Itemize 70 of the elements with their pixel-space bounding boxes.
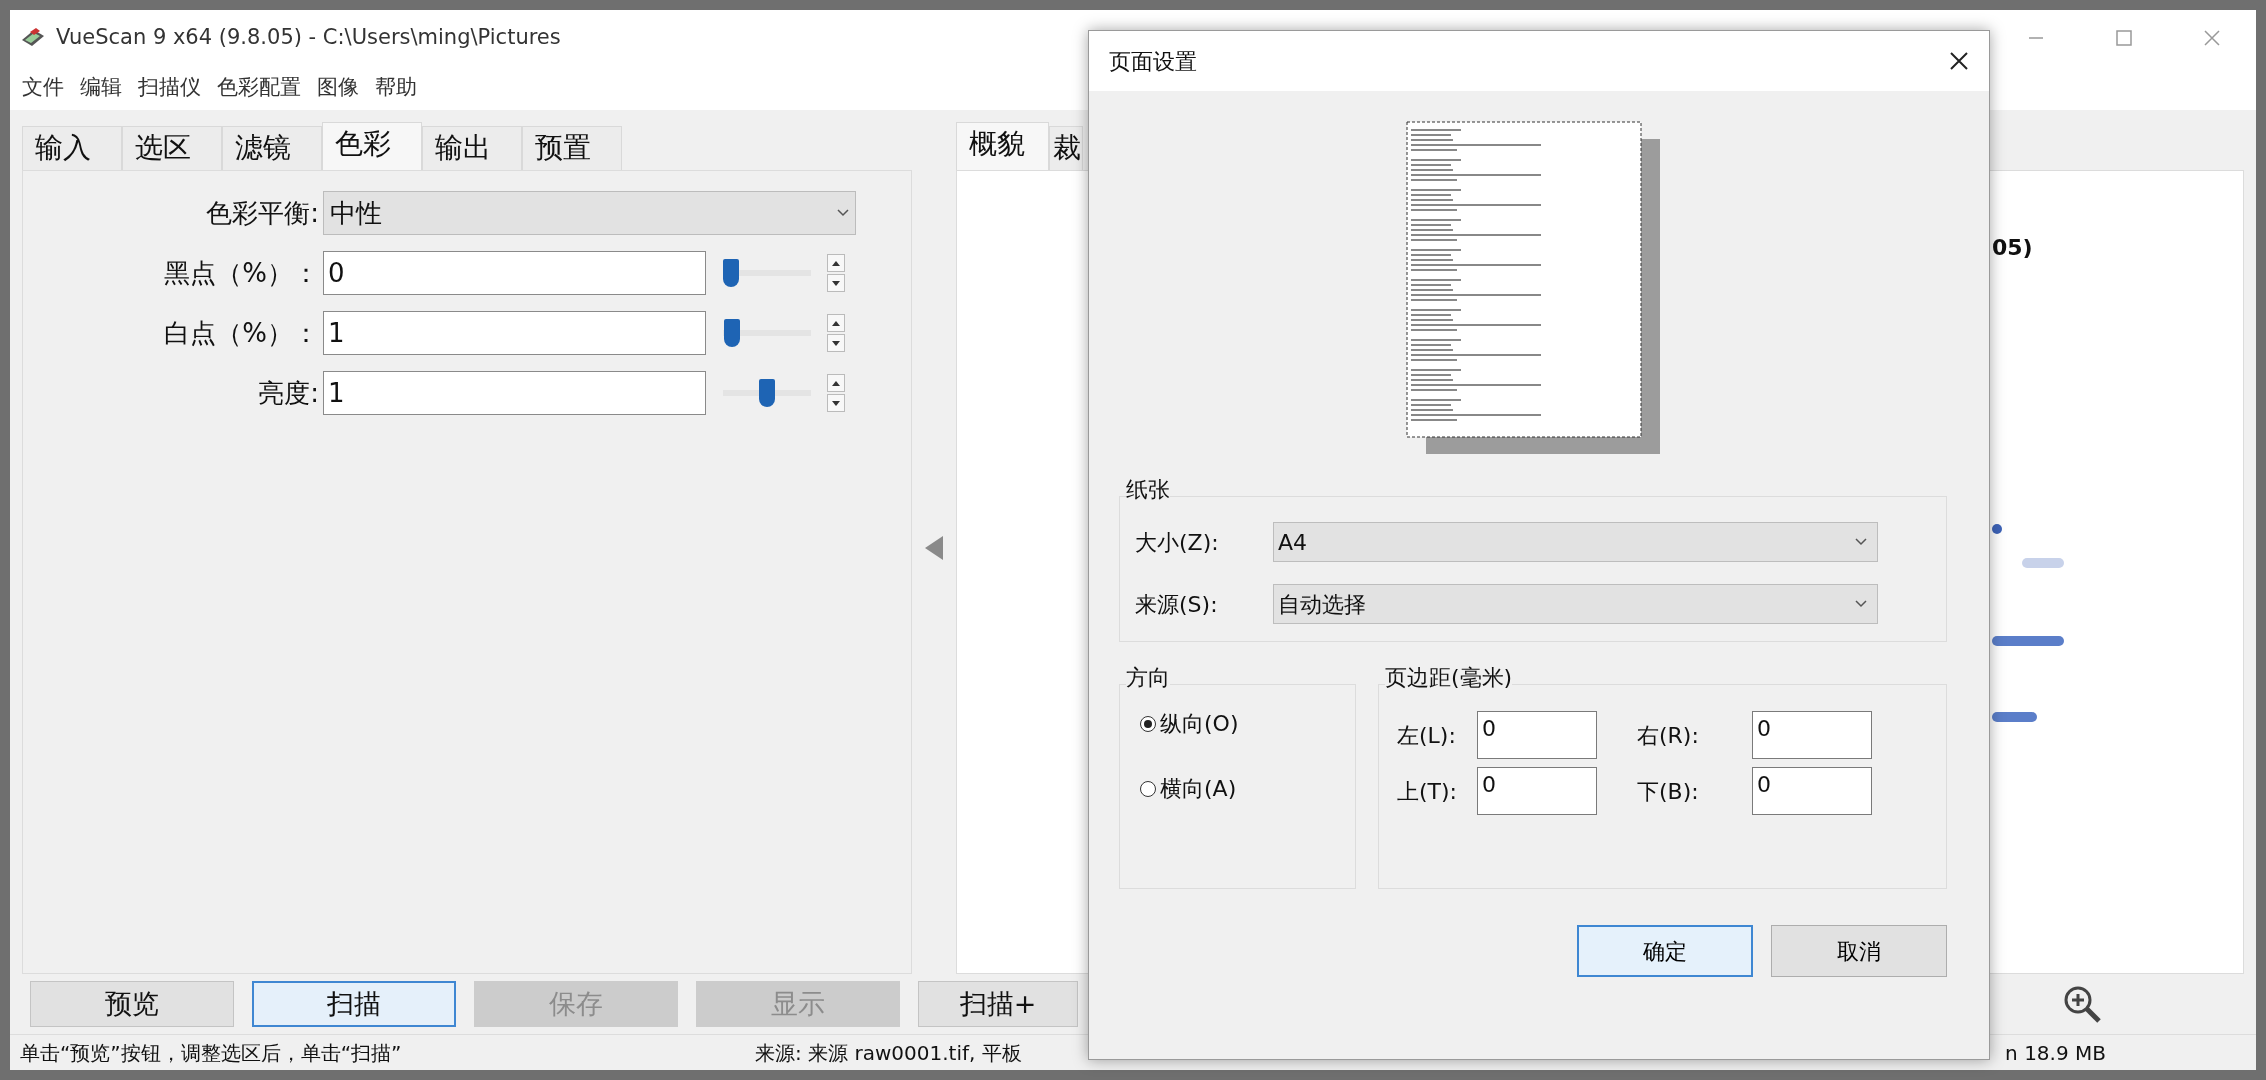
window-title: VueScan 9 x64 (9.8.05) - C:\Users\ming\Pictures — [56, 23, 561, 51]
status-text: 单击“预览”按钮，调整选区后，单击“扫描” — [20, 1039, 403, 1067]
action-button[interactable]: 扫描+ — [918, 981, 1078, 1027]
field-label: 亮度: — [257, 376, 320, 410]
action-button[interactable]: 扫描 — [252, 981, 456, 1027]
field-label: 来源(S): — [1135, 590, 1219, 619]
field-label: 黑点（%）： — [163, 256, 320, 290]
spin-up-button[interactable] — [827, 314, 845, 332]
status-text: 来源: 来源 raw0001.tif, 平板 — [755, 1039, 1022, 1067]
close-icon[interactable] — [1949, 51, 1969, 71]
menu-item[interactable]: 扫描仪 — [138, 71, 201, 104]
input-field[interactable]: 1 — [323, 371, 706, 415]
status-text: n 18.9 MB — [2005, 1039, 2106, 1067]
action-button[interactable]: 预览 — [30, 981, 234, 1027]
chevron-down-icon — [1855, 600, 1867, 608]
dialog-button[interactable]: 取消 — [1771, 925, 1947, 977]
tab[interactable]: 输入 — [22, 126, 122, 170]
dropdown[interactable]: A4 — [1273, 522, 1878, 562]
field-label: 上(T): — [1397, 777, 1459, 806]
menu-item[interactable]: 帮助 — [375, 71, 417, 104]
caret-down-icon — [832, 400, 840, 406]
input-field[interactable]: 1 — [323, 311, 706, 355]
radio-option[interactable]: 纵向(O) — [1140, 707, 1355, 740]
caret-down-icon — [832, 280, 840, 286]
menu-item[interactable]: 文件 — [22, 71, 64, 104]
field-label: 下(B): — [1637, 777, 1700, 806]
dropdown[interactable]: 自动选择 — [1273, 584, 1878, 624]
radio-button[interactable] — [1140, 715, 1156, 732]
tab[interactable]: 预置 — [522, 126, 622, 170]
caret-up-icon — [832, 260, 840, 266]
chevron-down-icon — [837, 209, 849, 217]
input-field[interactable]: 0 — [1752, 767, 1872, 815]
caret-up-icon — [832, 320, 840, 326]
field-label: 左(L): — [1397, 721, 1457, 750]
tab[interactable]: 色彩 — [322, 122, 422, 170]
zoom-in-icon[interactable] — [2063, 985, 2101, 1023]
field-label: 色彩平衡: — [205, 196, 320, 230]
field-label: 右(R): — [1637, 721, 1700, 750]
tab[interactable]: 选区 — [122, 126, 222, 170]
caret-down-icon — [832, 340, 840, 346]
spin-up-button[interactable] — [827, 374, 845, 392]
dropdown[interactable]: 中性 — [323, 191, 856, 235]
tab[interactable]: 输出 — [422, 126, 522, 170]
slider-thumb[interactable] — [724, 319, 741, 347]
menu-item[interactable]: 色彩配置 — [217, 71, 301, 104]
radio-button[interactable] — [1140, 780, 1156, 797]
partial-text: 05) — [1992, 234, 2034, 262]
spin-up-button[interactable] — [827, 254, 845, 272]
field-label: 大小(Z): — [1135, 528, 1220, 557]
dialog-title: 页面设置 — [1109, 47, 1197, 76]
input-field[interactable]: 0 — [323, 251, 706, 295]
input-field[interactable]: 0 — [1477, 711, 1597, 759]
chevron-down-icon — [1855, 538, 1867, 546]
dialog-button[interactable]: 确定 — [1577, 925, 1753, 977]
tab[interactable]: 滤镜 — [222, 126, 322, 170]
input-field[interactable]: 0 — [1477, 767, 1597, 815]
menu-item[interactable]: 编辑 — [80, 71, 122, 104]
tab[interactable]: 裁 — [1049, 126, 1083, 170]
field-label: 白点（%）： — [163, 316, 320, 350]
input-field[interactable]: 0 — [1752, 711, 1872, 759]
spin-down-button[interactable] — [827, 274, 845, 292]
menu-item[interactable]: 图像 — [317, 71, 359, 104]
slider-thumb[interactable] — [723, 259, 739, 287]
slider-thumb[interactable] — [759, 379, 775, 407]
radio-option[interactable]: 横向(A) — [1140, 772, 1355, 805]
tab[interactable]: 概貌 — [956, 122, 1049, 170]
caret-up-icon — [832, 380, 840, 386]
spin-down-button[interactable] — [827, 394, 845, 412]
collapse-arrow-icon[interactable] — [923, 535, 945, 561]
spin-down-button[interactable] — [827, 334, 845, 352]
